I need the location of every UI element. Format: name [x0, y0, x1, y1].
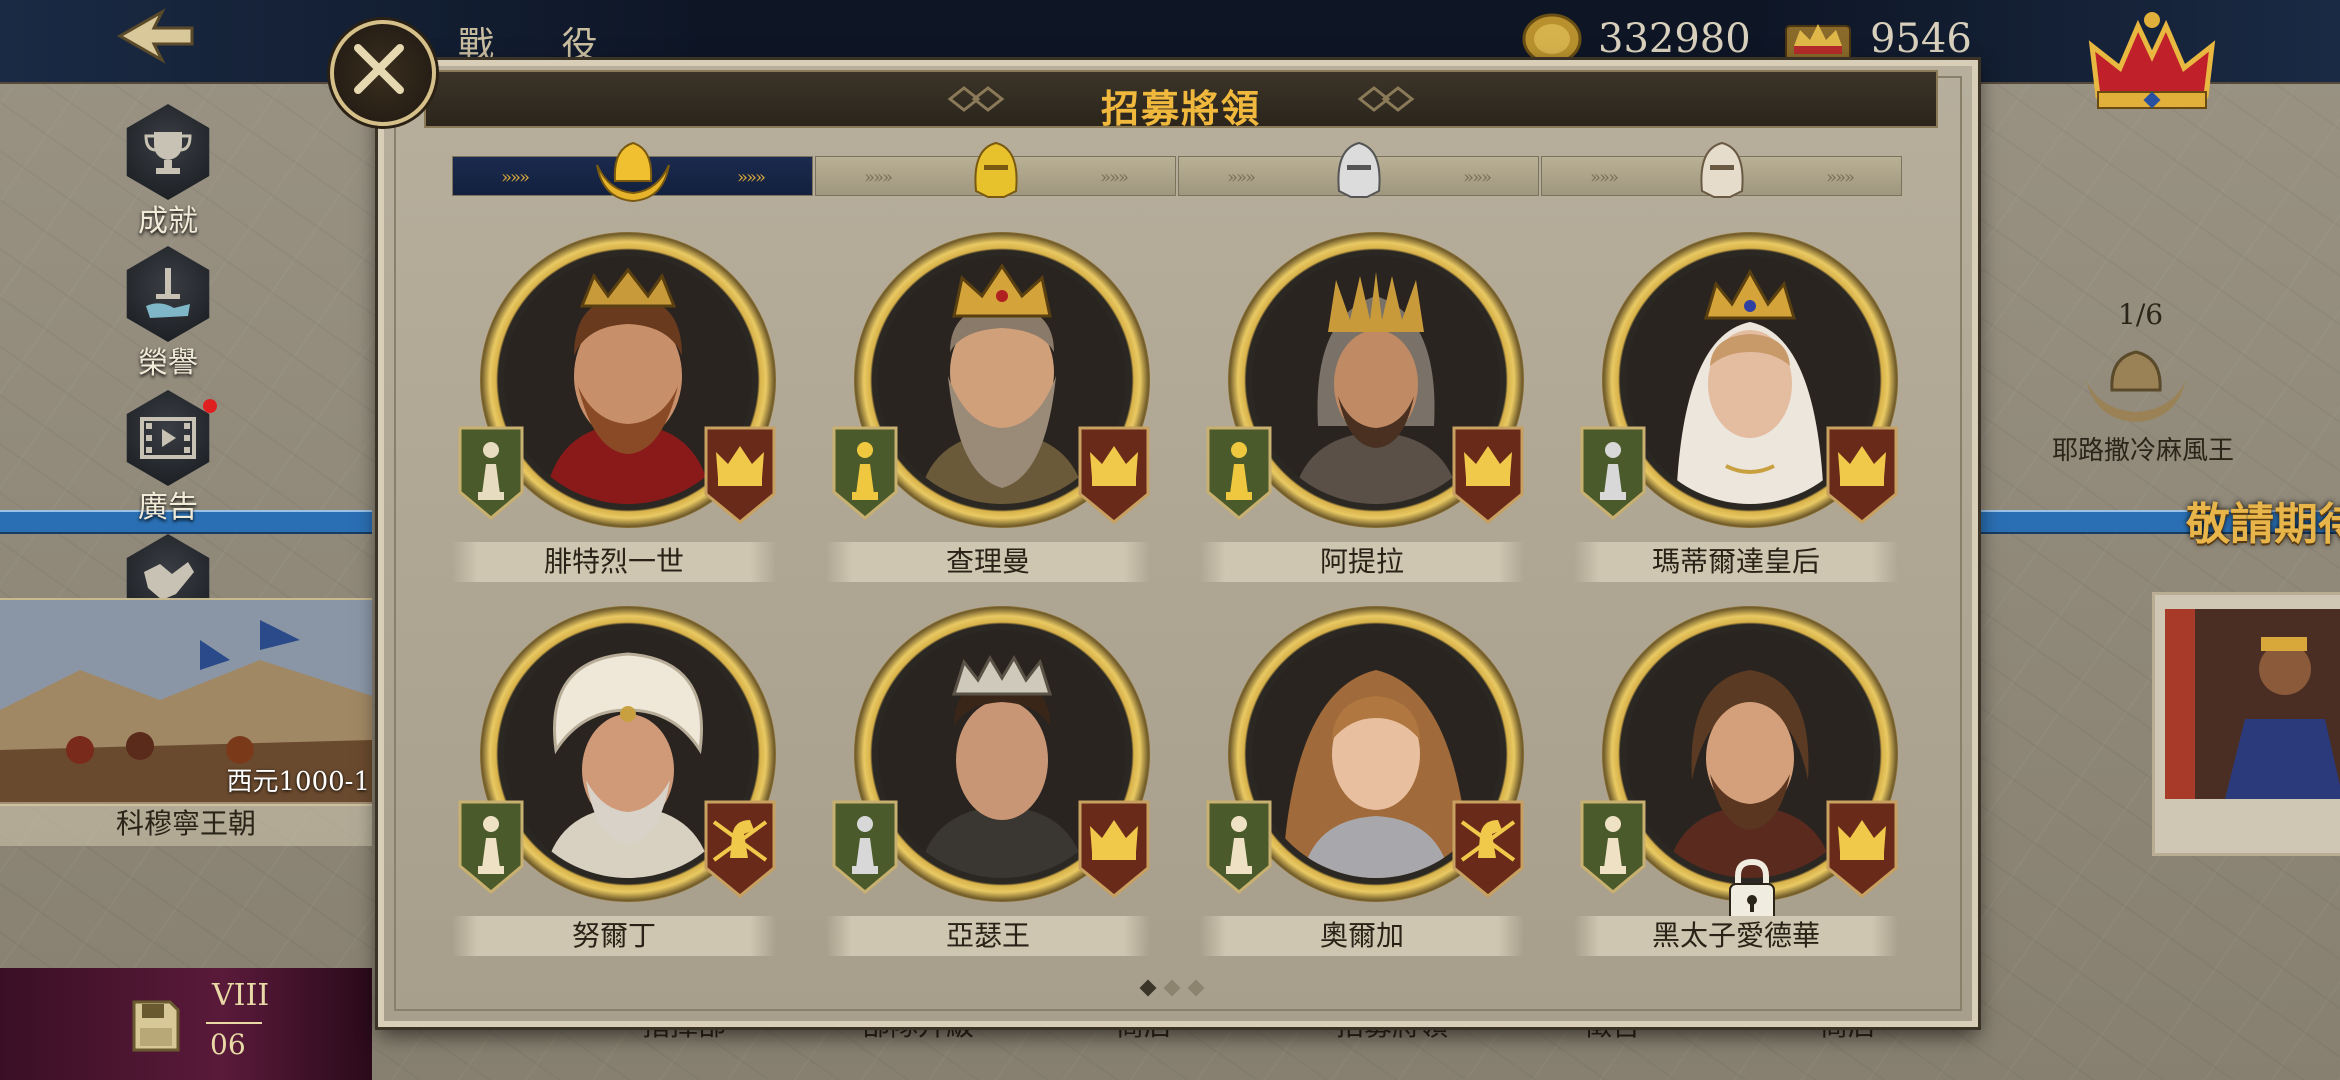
general-name: 腓特烈一世 — [452, 542, 776, 582]
gold-coin-icon — [1522, 13, 1582, 65]
sidebar-item-achievements[interactable]: 成就 — [118, 104, 218, 239]
crown-role-badge — [1448, 422, 1528, 526]
sidebar-item-label: 廣告 — [138, 490, 198, 525]
general-card[interactable]: 奧爾加 — [1200, 606, 1524, 966]
general-card[interactable]: 黑太子愛德華 — [1574, 606, 1898, 966]
back-arrow-icon — [116, 8, 194, 64]
crown-amount: 9546 — [1870, 16, 1972, 62]
campaign-card-right[interactable] — [2152, 592, 2340, 856]
chevrons-icon: »»» — [736, 167, 766, 188]
crown-role-badge — [1822, 796, 1902, 900]
campaign-name: 科穆寧王朝 — [0, 802, 372, 846]
tier-tab-gold[interactable]: »»» »»» — [815, 141, 1176, 198]
rank-badge — [828, 796, 902, 896]
panel-title-bar: 招募將領 — [424, 70, 1938, 131]
chevrons-icon: »»» — [1590, 167, 1619, 188]
sidebar-item-ads[interactable]: 廣告 — [118, 390, 218, 525]
close-button[interactable] — [330, 20, 436, 126]
crown-role-badge — [700, 422, 780, 526]
sidebar-item-honor[interactable]: 榮譽 — [118, 246, 218, 381]
crown-role-badge — [1074, 796, 1154, 900]
save-disk-icon[interactable] — [130, 998, 182, 1054]
back-button[interactable] — [110, 6, 200, 66]
royal-crown-icon[interactable] — [2082, 6, 2222, 116]
gold-helmet-icon — [973, 141, 1018, 198]
tier-tab-bronze[interactable]: »»» »»» — [1541, 141, 1902, 198]
general-card[interactable]: 腓特烈一世 — [452, 232, 776, 592]
tier-tab-legendary[interactable]: »»» »»» — [452, 141, 813, 203]
recruit-generals-panel: 招募將領 »»» »»» »»» »»» »»» »»» »»» »»» 腓特烈… — [378, 60, 1978, 1027]
tier-tabs: »»» »»» »»» »»» »»» »»» »»» »»» — [452, 141, 1904, 203]
chevrons-icon: »»» — [864, 167, 893, 188]
general-name: 亞瑟王 — [826, 916, 1150, 956]
general-card[interactable]: 阿提拉 — [1200, 232, 1524, 592]
bronze-helmet-icon — [1699, 141, 1744, 198]
crown-currency-icon — [1785, 24, 1851, 61]
general-name: 奧爾加 — [1200, 916, 1524, 956]
close-icon — [354, 44, 404, 94]
golden-laurel-helmet-icon — [595, 141, 670, 203]
general-card[interactable]: 瑪蒂爾達皇后 — [1574, 232, 1898, 592]
page-dot[interactable] — [1163, 979, 1181, 997]
rank-badge — [454, 796, 528, 896]
rank-badge — [828, 422, 902, 522]
general-card[interactable]: 亞瑟王 — [826, 606, 1150, 966]
general-name: 黑太子愛德華 — [1574, 916, 1898, 956]
save-slot-numeral: VIII — [212, 978, 270, 1013]
chevrons-icon: »»» — [1099, 167, 1129, 188]
rank-badge — [1576, 796, 1650, 896]
campaign-card-left[interactable]: 西元1000-1 — [0, 598, 372, 806]
silver-helmet-icon — [1336, 141, 1381, 198]
chevrons-icon: »»» — [1227, 167, 1256, 188]
rank-badge — [1202, 796, 1276, 896]
gold-amount: 332980 — [1598, 16, 1751, 62]
save-slot-bar[interactable] — [0, 968, 372, 1080]
general-name: 阿提拉 — [1200, 542, 1524, 582]
general-name: 查理曼 — [826, 542, 1150, 582]
rank-badge — [454, 422, 528, 522]
general-name: 瑪蒂爾達皇后 — [1574, 542, 1898, 582]
sidebar-item-label: 成就 — [138, 204, 198, 239]
general-name: 努爾丁 — [452, 916, 776, 956]
page-dot[interactable] — [1187, 979, 1205, 997]
laurel-helmet-icon[interactable] — [2076, 330, 2196, 430]
campaign-date: 西元1000-1 — [226, 767, 371, 797]
sword-hand-icon — [146, 268, 190, 318]
reward-progress: 1/6 — [2118, 298, 2164, 331]
save-slot-number: 06 — [210, 1028, 246, 1061]
trophy-icon — [144, 132, 192, 174]
film-icon — [140, 417, 196, 459]
sidebar-item-label: 榮譽 — [138, 346, 198, 381]
chevrons-icon: »»» — [1825, 167, 1855, 188]
coming-soon-text: 敬請期待 — [2186, 499, 2340, 550]
rank-badge — [1576, 422, 1650, 522]
general-card[interactable]: 查理曼 — [826, 232, 1150, 592]
crown-counter: 9546 — [1780, 14, 1972, 64]
crown-role-badge — [1074, 422, 1154, 526]
save-divider — [206, 1022, 262, 1024]
reward-general-name: 耶路撒冷麻風王 — [2052, 436, 2235, 466]
chevrons-icon: »»» — [1462, 167, 1492, 188]
rank-badge — [1202, 422, 1276, 522]
general-card[interactable]: 努爾丁 — [452, 606, 776, 966]
chevrons-icon: »»» — [501, 167, 530, 188]
page-indicator — [1139, 979, 1205, 997]
tier-tab-silver[interactable]: »»» »»» — [1178, 141, 1539, 198]
gold-counter: 332980 — [1520, 13, 1751, 65]
general-illustration — [2165, 609, 2340, 799]
panel-title: 招募將領 — [1100, 86, 1261, 131]
knight-role-badge — [1448, 796, 1528, 900]
crown-role-badge — [1822, 422, 1902, 526]
knight-role-badge — [700, 796, 780, 900]
page-dot-active[interactable] — [1139, 979, 1157, 997]
notification-dot — [203, 399, 217, 413]
